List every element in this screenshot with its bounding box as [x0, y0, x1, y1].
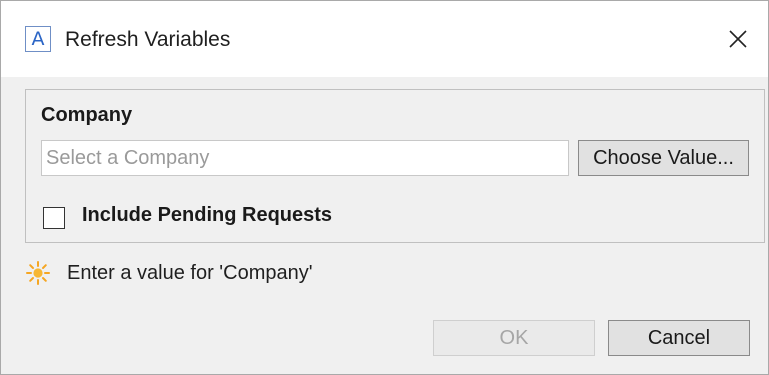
include-pending-requests-checkbox[interactable]	[43, 207, 65, 229]
dialog-title: Refresh Variables	[65, 28, 231, 51]
ok-button[interactable]: OK	[433, 320, 595, 356]
cancel-button[interactable]: Cancel	[608, 320, 750, 356]
choose-value-button[interactable]: Choose Value...	[578, 140, 749, 176]
title-bar: A Refresh Variables	[1, 1, 768, 77]
refresh-variables-dialog: A Refresh Variables Company Choose Value…	[0, 0, 769, 375]
validation-message: Enter a value for 'Company'	[67, 262, 313, 284]
app-icon: A	[25, 26, 51, 52]
company-input[interactable]	[41, 140, 569, 176]
close-button[interactable]	[718, 19, 758, 59]
sun-warning-icon	[26, 261, 50, 285]
close-icon	[729, 30, 747, 48]
include-pending-requests-label[interactable]: Include Pending Requests	[82, 204, 332, 227]
company-label: Company	[41, 104, 133, 126]
company-group-box: Company Choose Value... Include Pending …	[25, 89, 765, 243]
